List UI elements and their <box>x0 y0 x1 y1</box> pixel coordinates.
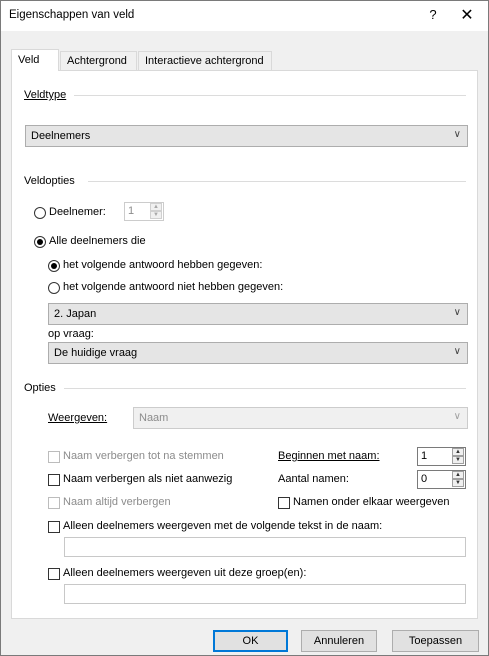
cancel-button[interactable]: Annuleren <box>301 630 377 652</box>
deelnemer-spinner[interactable]: 1 ▲ ▼ <box>124 202 164 221</box>
checkbox-groepen[interactable] <box>48 568 60 580</box>
beginnen-met-naam-label: Beginnen met naam: <box>278 450 380 462</box>
ok-button[interactable]: OK <box>213 630 288 652</box>
deelnemer-label: Deelnemer: <box>49 206 106 218</box>
answer-select[interactable]: 2. Japan ∨ <box>48 303 468 325</box>
weergeven-select[interactable]: Naam ∨ <box>133 407 468 429</box>
weergeven-label: Weergeven: <box>48 412 108 424</box>
antwoord-gegeven-label: het volgende antwoord hebben gegeven: <box>63 259 263 271</box>
veldtype-value: Deelnemers <box>31 130 91 142</box>
checkbox-verbergen-afwezig[interactable] <box>48 474 60 486</box>
radio-antwoord-niet-gegeven[interactable] <box>48 282 60 294</box>
deelnemer-spinner-value: 1 <box>128 205 135 217</box>
checkbox-altijd-verbergen[interactable] <box>48 497 60 509</box>
group-label-veldtype: Veldtype <box>24 89 71 101</box>
tab-veld[interactable]: Veld <box>11 49 59 71</box>
antwoord-niet-gegeven-label: het volgende antwoord niet hebben gegeve… <box>63 281 284 293</box>
question-select[interactable]: De huidige vraag ∨ <box>48 342 468 364</box>
verbergen-afwezig-label: Naam verbergen als niet aanwezig <box>63 473 233 485</box>
title-bar: Eigenschappen van veld ? ✕ <box>1 1 488 31</box>
group-label-opties: Opties <box>24 382 60 394</box>
group-divider <box>74 95 466 96</box>
beginnen-spinner-value: 1 <box>421 450 428 462</box>
apply-button[interactable]: Toepassen <box>392 630 479 652</box>
tab-panel-veld: Veldtype Deelnemers ∨ Veldopties Deelnem… <box>11 70 478 619</box>
spin-down-icon[interactable]: ▼ <box>452 479 464 487</box>
spin-up-icon[interactable]: ▲ <box>150 203 162 211</box>
question-value: De huidige vraag <box>54 347 138 359</box>
verbergen-tot-stemmen-label: Naam verbergen tot na stemmen <box>63 450 224 462</box>
checkbox-onder-elkaar[interactable] <box>278 497 290 509</box>
radio-antwoord-gegeven[interactable] <box>48 260 60 272</box>
chevron-down-icon: ∨ <box>453 307 461 318</box>
group-divider <box>64 388 466 389</box>
checkbox-verbergen-tot-stemmen[interactable] <box>48 451 60 463</box>
group-label-veldopties: Veldopties <box>24 175 79 187</box>
tab-achtergrond[interactable]: Achtergrond <box>60 51 137 70</box>
tekst-in-naam-label: Alleen deelnemers weergeven met de volge… <box>63 520 383 532</box>
tab-interactieve-achtergrond[interactable]: Interactieve achtergrond <box>138 51 272 70</box>
group-divider <box>88 181 466 182</box>
checkbox-tekst-in-naam[interactable] <box>48 521 60 533</box>
chevron-down-icon: ∨ <box>453 411 461 422</box>
tab-label: Veld <box>18 54 40 66</box>
aantal-namen-label: Aantal namen: <box>278 473 349 485</box>
chevron-down-icon: ∨ <box>453 346 461 357</box>
radio-alle-deelnemers[interactable] <box>34 236 46 248</box>
alle-deelnemers-label: Alle deelnemers die <box>49 235 146 247</box>
altijd-verbergen-label: Naam altijd verbergen <box>63 496 171 508</box>
spin-up-icon[interactable]: ▲ <box>452 448 464 456</box>
radio-deelnemer[interactable] <box>34 207 46 219</box>
help-button[interactable]: ? <box>423 7 443 22</box>
close-button[interactable]: ✕ <box>456 5 478 25</box>
groepen-input[interactable] <box>64 584 466 604</box>
spin-up-icon[interactable]: ▲ <box>452 471 464 479</box>
properties-dialog: Eigenschappen van veld ? ✕ Veld Achtergr… <box>0 0 489 656</box>
aantal-spinner-value: 0 <box>421 473 428 485</box>
tab-label: Interactieve achtergrond <box>145 55 264 67</box>
aantal-spinner[interactable]: 0 ▲ ▼ <box>417 470 466 489</box>
op-vraag-label: op vraag: <box>48 328 94 340</box>
tekst-in-naam-input[interactable] <box>64 537 466 557</box>
window-title: Eigenschappen van veld <box>9 9 135 21</box>
onder-elkaar-label: Namen onder elkaar weergeven <box>293 496 450 508</box>
spin-down-icon[interactable]: ▼ <box>150 211 162 219</box>
beginnen-spinner[interactable]: 1 ▲ ▼ <box>417 447 466 466</box>
weergeven-value: Naam <box>139 412 169 424</box>
chevron-down-icon: ∨ <box>453 129 461 140</box>
tab-label: Achtergrond <box>67 55 127 67</box>
veldtype-select[interactable]: Deelnemers ∨ <box>25 125 468 147</box>
groepen-label: Alleen deelnemers weergeven uit deze gro… <box>63 567 307 579</box>
answer-value: 2. Japan <box>54 308 97 320</box>
spin-down-icon[interactable]: ▼ <box>452 456 464 464</box>
